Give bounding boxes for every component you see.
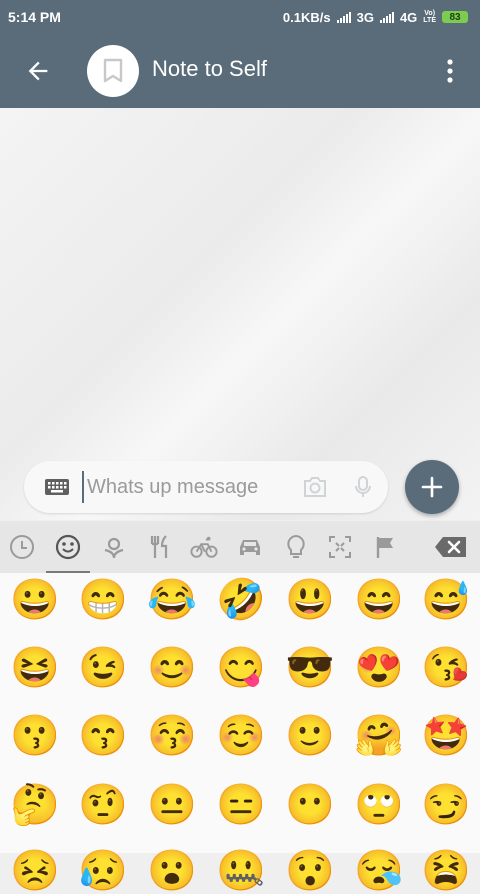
network-4g-label: 4G <box>399 9 418 25</box>
emoji-key[interactable]: 😀 <box>10 577 60 623</box>
emoji-key[interactable]: 😆 <box>10 645 60 691</box>
tab-activity[interactable] <box>190 533 218 561</box>
conversation-area[interactable] <box>0 108 480 520</box>
emoji-grid: 😀 😁 😂 🤣 😃 😄 😅 😆 😉 😊 😋 😎 😍 😘 😗 😙 😚 ☺️ 🙂 🤗 🤩 🤔 🤨 😐 😑 😶 🙄 😏 😣 😥 😮 🤐 😯 😪 😫 <box>0 573 480 893</box>
emoji-key[interactable]: 😫 <box>421 848 471 894</box>
emoji-key[interactable]: 🤣 <box>216 577 266 623</box>
emoji-key[interactable]: 🤩 <box>421 713 471 759</box>
emoji-key[interactable]: 🙄 <box>354 782 404 828</box>
emoji-key[interactable]: 🤗 <box>354 713 404 759</box>
flags-flag-icon <box>376 537 393 558</box>
emoji-key[interactable]: 😍 <box>354 645 404 691</box>
emoji-key[interactable]: ☺️ <box>216 713 266 759</box>
emoji-key[interactable]: 😮 <box>147 848 197 894</box>
emoji-key[interactable]: 😗 <box>10 713 60 759</box>
camera-icon[interactable] <box>302 475 328 499</box>
emoji-key[interactable]: 😑 <box>216 782 266 828</box>
emoji-key[interactable]: 😚 <box>147 713 197 759</box>
message-input[interactable] <box>82 471 297 503</box>
arrow-left-icon[interactable] <box>24 57 52 85</box>
emoji-key[interactable]: 😯 <box>285 848 335 894</box>
emoji-category-bar <box>0 521 480 574</box>
battery-icon: 83 <box>442 11 468 23</box>
microphone-icon[interactable] <box>351 475 375 499</box>
food-fork-knife-icon <box>150 535 168 558</box>
emoji-key[interactable]: 😊 <box>147 645 197 691</box>
emoji-key[interactable]: 🤐 <box>216 848 266 894</box>
travel-car-icon <box>240 540 260 555</box>
emoji-key[interactable]: 😪 <box>354 848 404 894</box>
network-speed: 0.1KB/s <box>282 9 331 25</box>
app-bar: Note to Self <box>0 34 480 108</box>
emoji-key[interactable]: 😋 <box>216 645 266 691</box>
avatar[interactable] <box>87 45 139 97</box>
emoji-key[interactable]: 😄 <box>354 577 404 623</box>
emoji-key[interactable]: 😂 <box>147 577 197 623</box>
emoji-key[interactable]: 😃 <box>285 577 335 623</box>
status-icons: 0.1KB/s 3G 4G Vo) LTE 83 <box>283 10 468 25</box>
tab-travel[interactable] <box>236 533 264 561</box>
add-attachment-button[interactable] <box>405 460 459 514</box>
emoji-key[interactable]: 😙 <box>78 713 128 759</box>
recent-clock-icon <box>10 535 34 559</box>
message-composer <box>24 461 388 513</box>
emoji-key[interactable]: 😎 <box>285 645 335 691</box>
emoji-key[interactable]: 😉 <box>78 645 128 691</box>
bookmark-icon <box>103 58 123 83</box>
network-3g-label: 3G <box>356 9 374 25</box>
emoji-key[interactable]: 😶 <box>285 782 335 828</box>
tab-objects[interactable] <box>282 533 310 561</box>
tab-food[interactable] <box>146 533 174 561</box>
emoji-key[interactable]: 😏 <box>421 782 471 828</box>
emoji-key[interactable]: 😘 <box>421 645 471 691</box>
tab-recent[interactable] <box>8 533 36 561</box>
tab-symbols[interactable] <box>326 533 354 561</box>
tab-flags[interactable] <box>372 533 400 561</box>
chat-title[interactable]: Note to Self <box>152 56 267 82</box>
battery-level: 83 <box>449 11 461 23</box>
emoji-key[interactable]: 🤨 <box>78 782 128 828</box>
emoji-key[interactable]: 😥 <box>78 848 128 894</box>
signal-bars-icon <box>379 11 394 23</box>
keyboard-icon[interactable] <box>44 477 70 497</box>
emoji-key[interactable]: 😣 <box>10 848 60 894</box>
activity-bicycle-icon <box>190 536 218 558</box>
signal-bars-icon <box>336 11 351 23</box>
status-time: 5:14 PM <box>8 9 61 25</box>
objects-bulb-icon <box>287 534 305 558</box>
emoji-key[interactable]: 😐 <box>147 782 197 828</box>
emoji-key[interactable]: 😁 <box>78 577 128 623</box>
emoji-key[interactable]: 🤔 <box>10 782 60 828</box>
backspace-icon[interactable] <box>434 535 468 559</box>
volte-badge: Vo) LTE <box>423 10 436 24</box>
nature-flower-icon <box>104 537 124 559</box>
status-bar: 5:14 PM 0.1KB/s 3G 4G Vo) LTE 83 <box>0 0 480 34</box>
more-vert-icon[interactable] <box>440 56 460 86</box>
emoji-key[interactable]: 🙂 <box>285 713 335 759</box>
tab-nature[interactable] <box>100 533 128 561</box>
emoji-key[interactable]: 😅 <box>421 577 471 623</box>
tab-smileys[interactable] <box>46 533 90 573</box>
symbols-expand-icon <box>329 536 351 558</box>
smiley-icon <box>55 534 81 560</box>
plus-icon <box>421 476 443 498</box>
